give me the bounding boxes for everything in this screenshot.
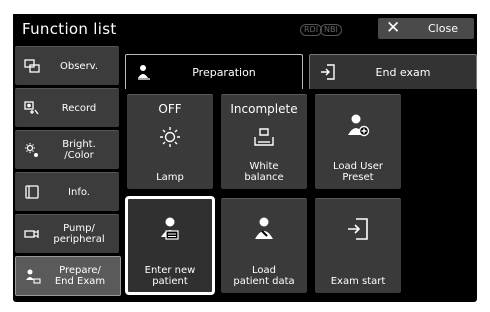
load-patient-data-icon bbox=[255, 217, 273, 239]
close-icon: ✕ bbox=[386, 18, 401, 38]
sidebar: Observ. Record Bright. /Color Info. Pump… bbox=[13, 44, 121, 302]
rdi-badge: RDI bbox=[300, 24, 323, 36]
load-user-preset-tile[interactable]: Load User Preset bbox=[315, 94, 401, 189]
white-balance-tile[interactable]: Incomplete White balance bbox=[221, 94, 307, 189]
tab-label: End exam bbox=[375, 65, 431, 79]
pump-icon bbox=[24, 230, 39, 238]
lamp-label: Lamp bbox=[156, 172, 184, 183]
end-exam-icon bbox=[321, 64, 335, 80]
white-balance-state: Incomplete bbox=[230, 102, 298, 116]
load-user-preset-label: Load User Preset bbox=[333, 161, 383, 183]
sidebar-item-label: Observ. bbox=[59, 60, 98, 72]
sidebar-item-prepare-end-exam[interactable]: Prepare/ End Exam bbox=[15, 256, 121, 296]
sidebar-item-bright-color[interactable]: Bright. /Color bbox=[15, 130, 119, 169]
lamp-state: OFF bbox=[158, 102, 182, 116]
sidebar-item-label: Info. bbox=[68, 186, 90, 198]
sidebar-item-label: Bright. /Color bbox=[62, 139, 96, 161]
sidebar-item-record[interactable]: Record bbox=[15, 88, 119, 127]
close-label: Close bbox=[428, 22, 458, 35]
white-balance-label: White balance bbox=[244, 161, 284, 183]
brightness-icon bbox=[25, 143, 38, 157]
sidebar-item-label: Prepare/ End Exam bbox=[54, 265, 106, 287]
lamp-icon bbox=[160, 127, 180, 147]
tab-preparation[interactable]: Preparation bbox=[125, 54, 303, 89]
function-list-window: Function list RDI NBI ✕ Close Observ. Re… bbox=[13, 14, 477, 302]
record-icon bbox=[24, 101, 39, 115]
exam-start-label: Exam start bbox=[330, 276, 386, 287]
load-patient-data-label: Load patient data bbox=[233, 265, 295, 287]
preparation-icon bbox=[138, 65, 150, 80]
title-bar: Function list RDI NBI ✕ Close bbox=[13, 14, 477, 44]
tab-end-exam[interactable]: End exam bbox=[309, 54, 477, 89]
observation-icon bbox=[24, 59, 40, 73]
prepare-icon bbox=[26, 269, 41, 284]
enter-new-patient-label: Enter new patient bbox=[144, 265, 196, 287]
sidebar-item-label: Record bbox=[61, 102, 97, 114]
white-balance-icon bbox=[254, 128, 274, 146]
info-icon bbox=[25, 185, 39, 199]
close-button[interactable]: ✕ Close bbox=[378, 18, 474, 39]
load-user-preset-icon bbox=[348, 114, 370, 137]
tab-bar: Preparation End exam bbox=[125, 54, 477, 90]
exam-start-icon bbox=[348, 218, 368, 240]
tile-grid: OFF Lamp Incomplete White balance Load U… bbox=[125, 94, 475, 312]
sidebar-item-info[interactable]: Info. bbox=[15, 172, 119, 211]
nbi-badge: NBI bbox=[320, 24, 342, 36]
window-title: Function list bbox=[22, 20, 117, 38]
tab-label: Preparation bbox=[192, 65, 256, 79]
sidebar-item-observ[interactable]: Observ. bbox=[15, 46, 119, 85]
lamp-tile[interactable]: OFF Lamp bbox=[127, 94, 213, 189]
enter-new-patient-icon bbox=[161, 217, 179, 240]
sidebar-item-label: Pump/ peripheral bbox=[53, 223, 105, 245]
enter-new-patient-tile[interactable]: Enter new patient bbox=[125, 196, 215, 295]
exam-start-tile[interactable]: Exam start bbox=[315, 198, 401, 293]
load-patient-data-tile[interactable]: Load patient data bbox=[221, 198, 307, 293]
sidebar-item-pump-peripheral[interactable]: Pump/ peripheral bbox=[15, 214, 119, 253]
